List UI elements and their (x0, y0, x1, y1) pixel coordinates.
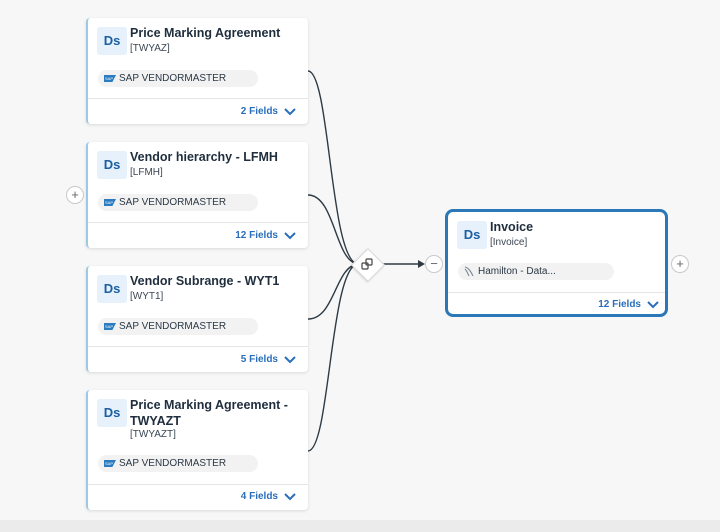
fields-toggle[interactable]: 12 Fields (598, 299, 659, 310)
card-code: [LFMH] (130, 167, 163, 178)
source-system-label: SAP VENDORMASTER (119, 73, 227, 84)
card-code: [WYT1] (130, 291, 164, 302)
expand-upstream-button[interactable]: + (66, 186, 84, 204)
fields-toggle[interactable]: 4 Fields (241, 491, 296, 502)
sap-logo-icon: SAP (104, 75, 116, 82)
card-code: [TWYAZT] (130, 429, 176, 440)
edge-source-4 (307, 263, 359, 452)
expand-downstream-button[interactable]: + (671, 255, 689, 273)
source-system-pill: SAP SAP VENDORMASTER (98, 194, 258, 211)
card-code: [TWYAZ] (130, 43, 170, 54)
dataset-badge: Ds (97, 399, 127, 427)
chevron-down-icon (284, 231, 296, 239)
chevron-down-icon (284, 107, 296, 115)
target-card-invoice[interactable]: Ds Invoice [Invoice] Hamilton - Data... … (445, 209, 668, 317)
edge-source-1 (307, 70, 359, 265)
source-card[interactable]: Ds Vendor Subrange - WYT1 [WYT1] SAP SAP… (86, 266, 308, 372)
card-title: Vendor Subrange - WYT1 (130, 274, 280, 288)
source-system-pill: Hamilton - Data... (458, 263, 614, 280)
fields-count: 12 Fields (598, 299, 641, 310)
card-code: [Invoice] (490, 237, 528, 248)
chevron-down-icon (284, 355, 296, 363)
card-divider (88, 98, 308, 99)
source-system-label: Hamilton - Data... (478, 266, 556, 277)
fields-count: 2 Fields (240, 106, 278, 117)
fields-count: 12 Fields (235, 230, 278, 241)
sap-logo-icon: SAP (104, 199, 116, 206)
fields-count: 4 Fields (240, 491, 278, 502)
sap-logo-icon: SAP (104, 460, 116, 467)
join-icon (361, 258, 373, 270)
dataset-badge: Ds (97, 27, 127, 55)
fields-toggle[interactable]: 2 Fields (241, 106, 296, 117)
source-system-label: SAP VENDORMASTER (119, 321, 227, 332)
chevron-down-icon (647, 300, 659, 308)
chevron-down-icon (284, 492, 296, 500)
source-system-label: SAP VENDORMASTER (119, 458, 227, 469)
database-icon (464, 266, 474, 277)
fields-count: 5 Fields (240, 354, 278, 365)
card-divider (88, 222, 308, 223)
source-card[interactable]: Ds Price Marking Agreement [TWYAZ] SAP S… (86, 18, 308, 124)
edge-source-3 (307, 263, 359, 320)
fields-toggle[interactable]: 5 Fields (241, 354, 296, 365)
card-divider (88, 484, 308, 485)
edge-source-2 (307, 194, 359, 265)
card-title: Price Marking Agreement (130, 26, 281, 40)
card-title: Price Marking Agreement - TWYAZT (130, 398, 288, 428)
source-system-label: SAP VENDORMASTER (119, 197, 227, 208)
dataset-badge: Ds (97, 275, 127, 303)
source-system-pill: SAP SAP VENDORMASTER (98, 455, 258, 472)
source-system-pill: SAP SAP VENDORMASTER (98, 70, 258, 87)
card-divider (88, 346, 308, 347)
fields-toggle[interactable]: 12 Fields (235, 230, 296, 241)
collapse-upstream-button[interactable]: − (425, 255, 443, 273)
source-card[interactable]: Ds Price Marking Agreement - TWYAZT [TWY… (86, 390, 308, 510)
card-title: Vendor hierarchy - LFMH (130, 150, 278, 164)
card-title: Invoice (490, 220, 534, 234)
dataset-badge: Ds (457, 221, 487, 249)
dataset-badge: Ds (97, 151, 127, 179)
source-card[interactable]: Ds Vendor hierarchy - LFMH [LFMH] SAP SA… (86, 142, 308, 248)
edge-arrowhead (418, 260, 425, 268)
card-divider (448, 292, 665, 293)
sap-logo-icon: SAP (104, 323, 116, 330)
source-system-pill: SAP SAP VENDORMASTER (98, 318, 258, 335)
